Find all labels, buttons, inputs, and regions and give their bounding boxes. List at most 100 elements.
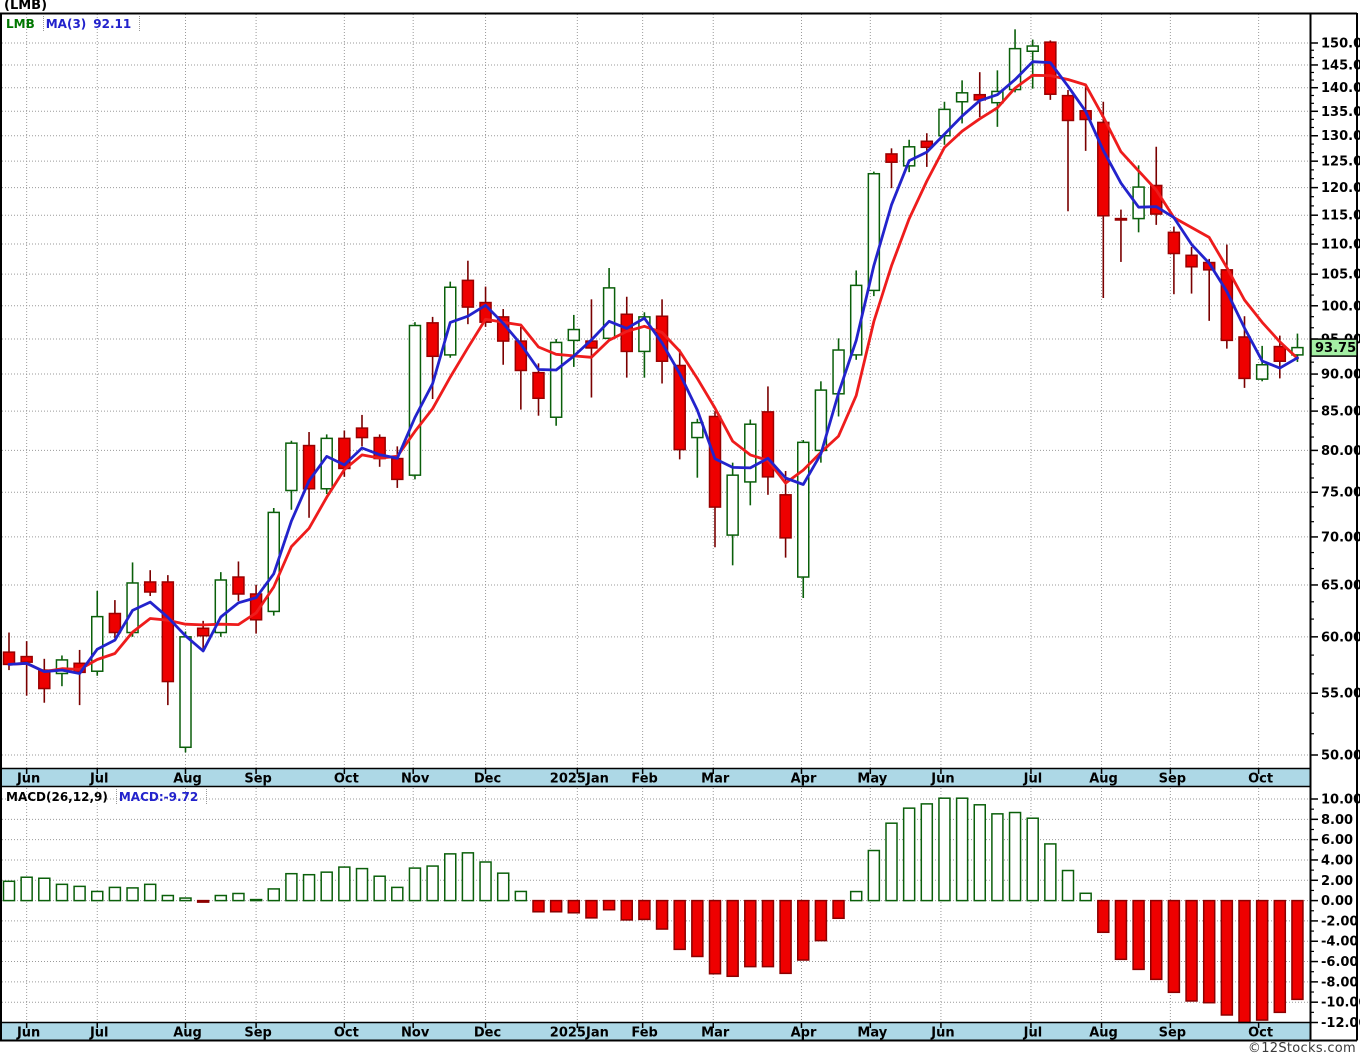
svg-text:120.00: 120.00 bbox=[1321, 181, 1360, 196]
svg-text:60.00: 60.00 bbox=[1321, 630, 1360, 645]
panel-frame bbox=[0, 12, 1358, 1042]
macd-bar-positive bbox=[20, 876, 33, 902]
svg-text:80.00: 80.00 bbox=[1321, 444, 1360, 459]
ma-label: MA(3) bbox=[45, 16, 87, 31]
candle-down bbox=[461, 279, 475, 308]
candle-up bbox=[408, 324, 422, 476]
macd-bar-positive bbox=[444, 853, 457, 902]
macd-bar-negative bbox=[1291, 899, 1304, 1001]
candle-up bbox=[1255, 364, 1269, 380]
candle-down bbox=[391, 457, 404, 481]
ma3-line bbox=[7, 60, 1299, 675]
svg-text:100.00: 100.00 bbox=[1321, 299, 1360, 314]
macd-bar-positive bbox=[426, 865, 439, 902]
macd-bar-negative bbox=[1114, 899, 1128, 961]
candle-down bbox=[2, 651, 16, 666]
candle-up bbox=[567, 328, 581, 342]
macd-bar-negative bbox=[549, 899, 563, 913]
candle-up bbox=[955, 92, 969, 103]
macd-bar-negative bbox=[708, 899, 722, 975]
macd-bar-positive bbox=[1026, 817, 1039, 902]
svg-text:Jul: Jul bbox=[1023, 772, 1043, 787]
macd-bar-negative bbox=[1202, 899, 1216, 1004]
svg-text:150.00: 150.00 bbox=[1321, 37, 1360, 52]
macd-legend: MACD(26,12,9) MACD:-9.72 bbox=[4, 789, 208, 804]
last-price-tag: 93.75 bbox=[1310, 338, 1358, 357]
macd-bar-positive bbox=[1061, 869, 1075, 902]
macd-bar-positive bbox=[55, 883, 69, 902]
svg-text:Jun: Jun bbox=[930, 1026, 954, 1041]
candle-down bbox=[779, 494, 792, 539]
macd-bar-positive bbox=[902, 807, 916, 902]
candle-down bbox=[20, 655, 33, 663]
candle-up bbox=[285, 442, 298, 492]
svg-text:Jun: Jun bbox=[16, 772, 40, 787]
macd-bar-positive bbox=[338, 866, 351, 902]
macd-bar-negative bbox=[638, 899, 651, 921]
stock-chart-page: Jun Jun Jul Jul Aug Aug Sep Sep Oct Oct Nov Nov Dec D… bbox=[0, 0, 1360, 1056]
svg-text:130.00: 130.00 bbox=[1321, 129, 1360, 144]
candle-down bbox=[885, 153, 898, 163]
candle-up bbox=[726, 474, 739, 536]
macd-bar-negative bbox=[655, 899, 669, 930]
svg-text:75.00: 75.00 bbox=[1321, 486, 1360, 501]
macd-bar-negative bbox=[196, 899, 210, 903]
candle-down bbox=[1273, 345, 1287, 362]
candle-up bbox=[602, 287, 616, 340]
macd-bar-positive bbox=[355, 867, 369, 902]
svg-text:Aug: Aug bbox=[1089, 772, 1118, 787]
svg-text:May: May bbox=[857, 772, 887, 787]
svg-text:-12.00: -12.00 bbox=[1321, 1016, 1360, 1031]
macd-params: MACD(26,12,9) bbox=[6, 789, 108, 804]
legend-symbol-cell: LMB bbox=[4, 16, 44, 31]
macd-bar-positive bbox=[391, 886, 404, 902]
svg-text:0.00: 0.00 bbox=[1321, 894, 1353, 909]
macd-bar-positive bbox=[461, 852, 475, 902]
svg-text:55.00: 55.00 bbox=[1321, 687, 1360, 702]
macd-bar-negative bbox=[744, 899, 757, 968]
macd-bar-negative bbox=[585, 899, 598, 919]
macd-bar-negative bbox=[1150, 899, 1163, 981]
macd-histogram bbox=[2, 797, 1304, 1024]
credit-link[interactable]: ©12Stocks.com bbox=[1248, 1041, 1356, 1056]
svg-text:85.00: 85.00 bbox=[1321, 405, 1360, 420]
svg-text:-2.00: -2.00 bbox=[1321, 914, 1358, 929]
candle-up bbox=[797, 441, 810, 578]
macd-bar-positive bbox=[126, 887, 139, 902]
macd-bar-negative bbox=[797, 899, 810, 961]
svg-text:2025Jan: 2025Jan bbox=[550, 772, 609, 787]
macd-bar-positive bbox=[1079, 892, 1092, 902]
svg-text:Oct: Oct bbox=[334, 1026, 359, 1041]
svg-text:115.00: 115.00 bbox=[1321, 209, 1360, 224]
svg-text:145.00: 145.00 bbox=[1321, 58, 1360, 73]
macd-bar-positive bbox=[91, 890, 104, 902]
candle-down bbox=[355, 427, 369, 439]
macd-bar-positive bbox=[1044, 843, 1057, 902]
svg-text:Nov: Nov bbox=[401, 1026, 430, 1041]
svg-text:90.00: 90.00 bbox=[1321, 368, 1360, 383]
svg-text:Feb: Feb bbox=[631, 1026, 657, 1041]
svg-text:Aug: Aug bbox=[173, 772, 202, 787]
macd-bar-negative bbox=[779, 899, 792, 975]
macd-bar-positive bbox=[408, 867, 422, 902]
svg-text:70.00: 70.00 bbox=[1321, 530, 1360, 545]
svg-text:Feb: Feb bbox=[631, 772, 657, 787]
macd-bar-positive bbox=[320, 871, 333, 902]
legend-ma-cell: MA(3) 92.11 bbox=[44, 16, 141, 31]
svg-text:8.00: 8.00 bbox=[1321, 813, 1353, 828]
macd-bar-negative bbox=[532, 899, 545, 913]
macd-bar-positive bbox=[108, 886, 122, 902]
svg-text:2.00: 2.00 bbox=[1321, 874, 1353, 889]
candle-down bbox=[1238, 336, 1251, 380]
macd-bar-positive bbox=[920, 803, 934, 902]
macd-bar-positive bbox=[496, 872, 510, 902]
svg-text:105.00: 105.00 bbox=[1321, 268, 1360, 283]
candle-up bbox=[1026, 45, 1039, 53]
macd-params-cell: MACD(26,12,9) bbox=[4, 789, 117, 804]
price-axis: 50.00 55.00 60.00 65.00 70.00 75.00 80.00 85.00… bbox=[1310, 37, 1360, 764]
macd-bar-positive bbox=[285, 872, 298, 902]
candle-down bbox=[1220, 269, 1234, 342]
macd-bar-positive bbox=[955, 797, 969, 902]
macd-bar-positive bbox=[973, 804, 986, 902]
candle-down bbox=[532, 371, 545, 400]
